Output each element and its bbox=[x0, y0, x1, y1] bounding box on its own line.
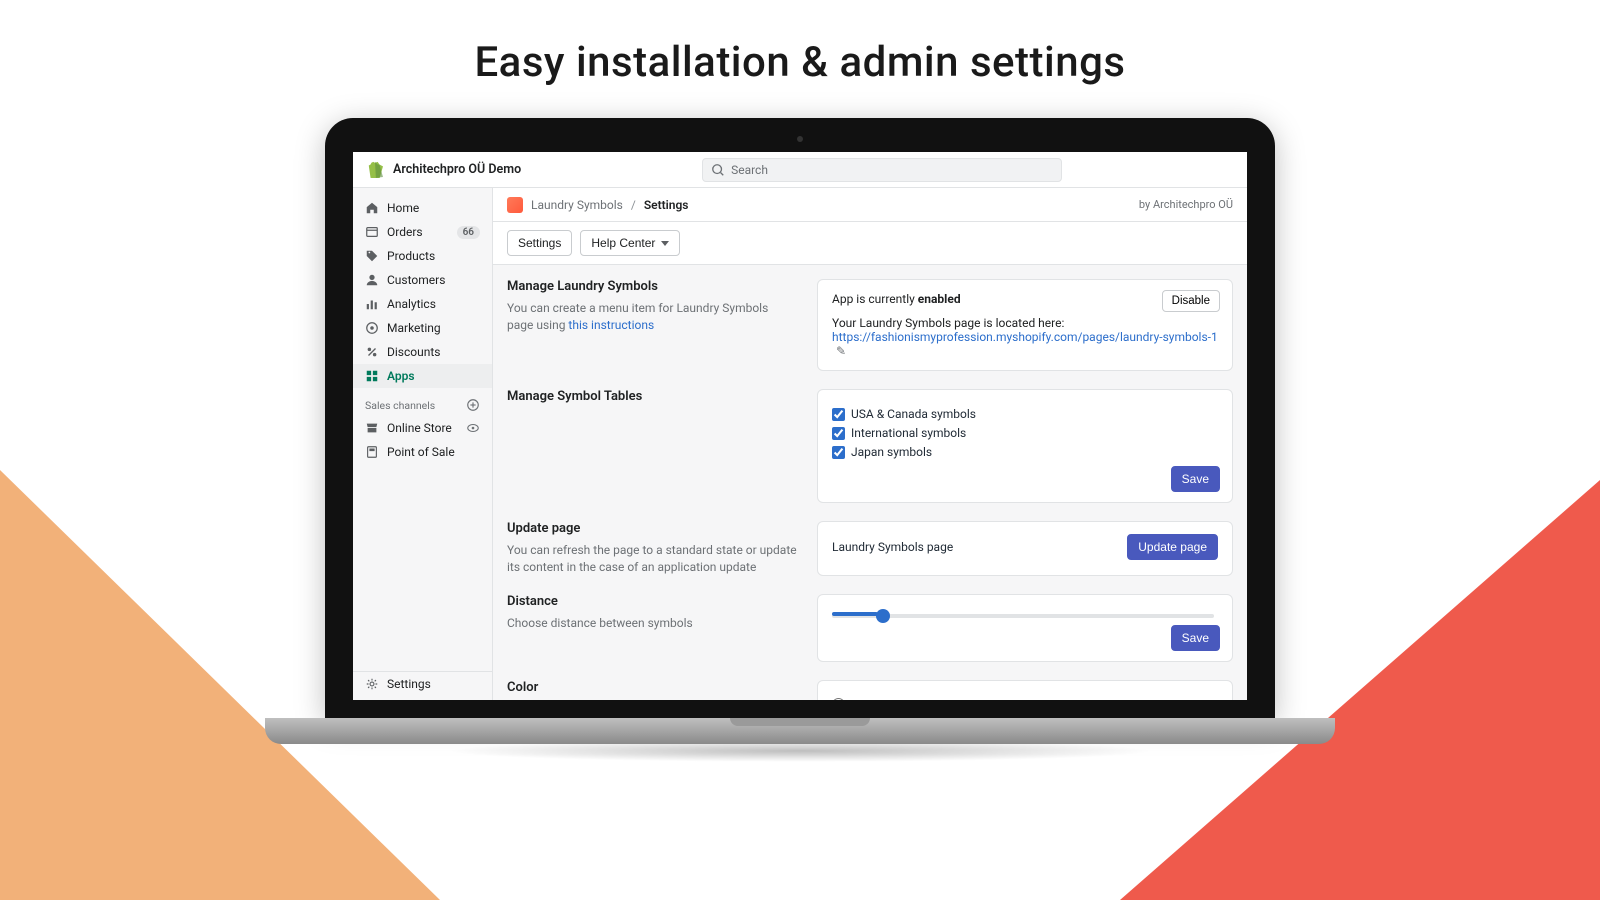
app-icon bbox=[507, 197, 523, 213]
pos-icon bbox=[365, 445, 379, 459]
sidebar: Home Orders 66 Products bbox=[353, 188, 493, 700]
nav-orders[interactable]: Orders 66 bbox=[353, 220, 492, 244]
checkbox-japan[interactable]: Japan symbols bbox=[832, 445, 1218, 459]
search-placeholder: Search bbox=[731, 163, 768, 177]
search-input[interactable]: Search bbox=[702, 158, 1062, 182]
panel-desc: You can create a menu item for Laundry S… bbox=[507, 300, 797, 334]
home-icon bbox=[365, 201, 379, 215]
panel-symbol-tables: Manage Symbol Tables USA & Canada symbol… bbox=[507, 389, 1233, 503]
help-center-button[interactable]: Help Center bbox=[580, 230, 680, 256]
nav-label: Online Store bbox=[387, 421, 452, 435]
breadcrumb-sep: / bbox=[631, 198, 636, 212]
breadcrumb-current: Settings bbox=[644, 198, 689, 212]
nav-label: Discounts bbox=[387, 345, 440, 359]
nav-label: Point of Sale bbox=[387, 445, 455, 459]
panel-manage-symbols: Manage Laundry Symbols You can create a … bbox=[507, 279, 1233, 371]
store-name: Architechpro OÜ Demo bbox=[393, 162, 521, 177]
gear-icon bbox=[365, 677, 379, 691]
nav-label: Analytics bbox=[387, 297, 436, 311]
page-location-label: Your Laundry Symbols page is located her… bbox=[832, 316, 1218, 330]
panel-desc: Choose distance between symbols bbox=[507, 615, 797, 632]
instructions-link[interactable]: this instructions bbox=[568, 318, 654, 332]
action-button-row: Settings Help Center bbox=[493, 222, 1247, 265]
laptop-frame: Architechpro OÜ Demo Search bbox=[325, 118, 1275, 762]
analytics-icon bbox=[365, 297, 379, 311]
checkbox-international[interactable]: International symbols bbox=[832, 426, 1218, 440]
target-icon bbox=[365, 321, 379, 335]
nav-label: Home bbox=[387, 201, 419, 215]
topbar: Architechpro OÜ Demo Search bbox=[353, 152, 1247, 188]
nav-marketing[interactable]: Marketing bbox=[353, 316, 492, 340]
sales-channels-header: Sales channels bbox=[353, 388, 492, 416]
update-card: Laundry Symbols page Update page bbox=[817, 521, 1233, 576]
orders-badge: 66 bbox=[457, 226, 480, 239]
app-status: App is currently enabled bbox=[832, 292, 1218, 306]
shopify-logo-icon bbox=[367, 161, 383, 179]
update-page-button[interactable]: Update page bbox=[1127, 534, 1218, 560]
distance-card: Save bbox=[817, 594, 1233, 662]
nav-label: Apps bbox=[387, 369, 415, 383]
apps-icon bbox=[365, 369, 379, 383]
distance-slider[interactable] bbox=[832, 614, 1214, 618]
nav-label: Customers bbox=[387, 273, 445, 287]
nav-settings[interactable]: Settings bbox=[353, 672, 492, 696]
disable-button[interactable]: Disable bbox=[1162, 290, 1220, 312]
nav-point-of-sale[interactable]: Point of Sale bbox=[353, 440, 492, 464]
edit-pencil-icon[interactable]: ✎ bbox=[836, 344, 846, 358]
panel-title: Update page bbox=[507, 521, 797, 536]
save-button[interactable]: Save bbox=[1171, 625, 1220, 651]
eye-icon[interactable] bbox=[466, 421, 480, 435]
checkbox-label: International symbols bbox=[851, 426, 966, 440]
nav-label: Marketing bbox=[387, 321, 441, 335]
nav-label: Products bbox=[387, 249, 435, 263]
laptop-base bbox=[265, 718, 1335, 744]
breadcrumb-bar: Laundry Symbols / Settings by Architechp… bbox=[493, 188, 1247, 222]
panel-desc: You can refresh the page to a standard s… bbox=[507, 542, 797, 576]
nav-apps[interactable]: Apps bbox=[353, 364, 492, 388]
checkbox-label: Japan symbols bbox=[851, 445, 932, 459]
breadcrumb-app[interactable]: Laundry Symbols bbox=[531, 198, 623, 212]
panel-update-page: Update page You can refresh the page to … bbox=[507, 521, 1233, 576]
panel-title: Distance bbox=[507, 594, 797, 609]
content-area: Laundry Symbols / Settings by Architechp… bbox=[493, 188, 1247, 700]
radio-white[interactable]: White bbox=[832, 698, 1218, 700]
store-icon bbox=[365, 421, 379, 435]
panel-title: Color bbox=[507, 680, 797, 695]
nav-label: Orders bbox=[387, 225, 423, 239]
settings-button[interactable]: Settings bbox=[507, 230, 572, 256]
panel-title: Manage Symbol Tables bbox=[507, 389, 797, 404]
manage-card: Disable App is currently enabled Your La… bbox=[817, 279, 1233, 371]
plus-circle-icon[interactable] bbox=[466, 398, 480, 412]
nav-products[interactable]: Products bbox=[353, 244, 492, 268]
nav-customers[interactable]: Customers bbox=[353, 268, 492, 292]
radio-label: White bbox=[851, 698, 881, 700]
nav-analytics[interactable]: Analytics bbox=[353, 292, 492, 316]
app-screen: Architechpro OÜ Demo Search bbox=[353, 152, 1247, 700]
color-card: White Black Save bbox=[817, 680, 1233, 700]
panel-color: Color Choose color White Black Save bbox=[507, 680, 1233, 700]
save-button[interactable]: Save bbox=[1171, 466, 1220, 492]
tables-card: USA & Canada symbols International symbo… bbox=[817, 389, 1233, 503]
camera-dot bbox=[797, 136, 803, 142]
percent-icon bbox=[365, 345, 379, 359]
checkbox-usa-canada[interactable]: USA & Canada symbols bbox=[832, 407, 1218, 421]
byline: by Architechpro OÜ bbox=[1139, 198, 1233, 211]
panel-distance: Distance Choose distance between symbols… bbox=[507, 594, 1233, 662]
nav-online-store[interactable]: Online Store bbox=[353, 416, 492, 440]
nav-home[interactable]: Home bbox=[353, 196, 492, 220]
panel-title: Manage Laundry Symbols bbox=[507, 279, 797, 294]
page-url-link[interactable]: https://fashionismyprofession.myshopify.… bbox=[832, 330, 1218, 344]
tag-icon bbox=[365, 249, 379, 263]
nav-label: Settings bbox=[387, 677, 431, 691]
checkbox-label: USA & Canada symbols bbox=[851, 407, 976, 421]
search-icon bbox=[711, 163, 725, 177]
update-page-label: Laundry Symbols page bbox=[832, 540, 953, 554]
nav-discounts[interactable]: Discounts bbox=[353, 340, 492, 364]
orders-icon bbox=[365, 225, 379, 239]
page-heading: Easy installation & admin settings bbox=[0, 38, 1600, 87]
person-icon bbox=[365, 273, 379, 287]
